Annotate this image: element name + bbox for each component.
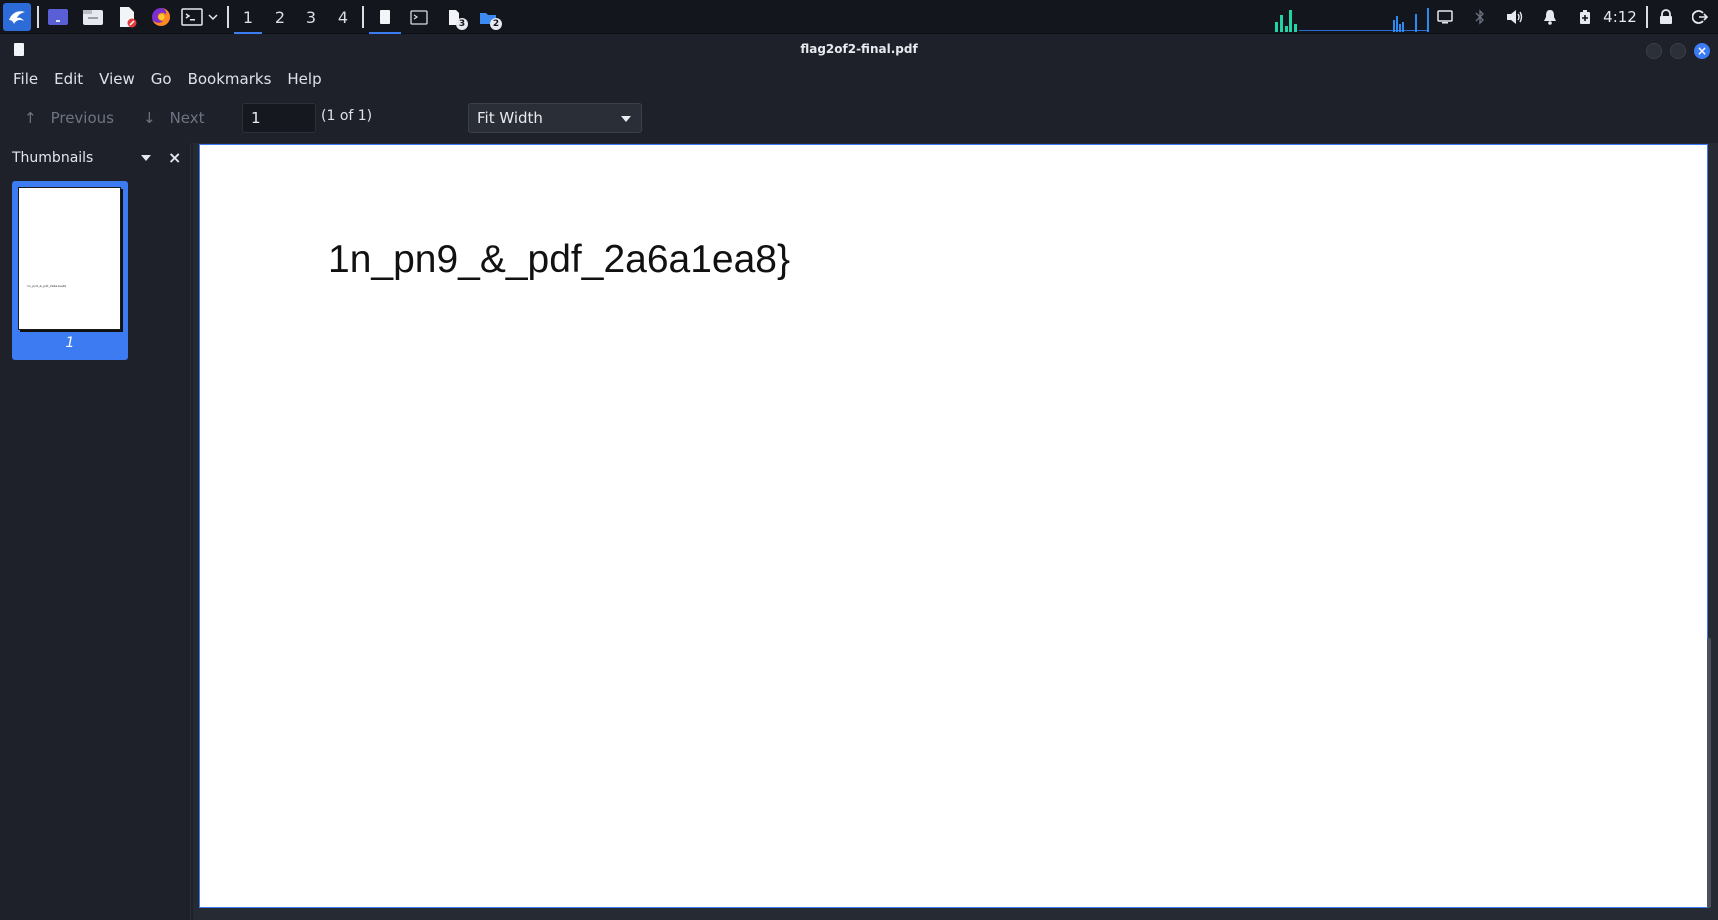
pdf-page: 1n_pn9_&_pdf_2a6a1ea8} (199, 144, 1708, 908)
arrow-down-icon: ↓ (143, 109, 156, 127)
document-view[interactable]: 1n_pn9_&_pdf_2a6a1ea8} (193, 143, 1718, 920)
text-editor-icon (120, 7, 137, 28)
workspace-3[interactable]: 3 (295, 0, 327, 34)
thumbnail-page-number: 1 (65, 335, 75, 351)
zoom-select[interactable]: Fit Width (468, 103, 642, 133)
panel-separator (362, 6, 364, 28)
sidebar-title: Thumbnails (12, 150, 94, 166)
task-count-badge: 2 (490, 18, 502, 30)
task-terminal[interactable] (403, 0, 435, 34)
menu-view[interactable]: View (91, 70, 143, 88)
battery-button[interactable] (1573, 0, 1597, 34)
page-thumbnail[interactable]: 1n_pn9_&_pdf_2a6a1ea8} 1 (12, 181, 128, 360)
document-icon (380, 10, 390, 24)
menu-edit[interactable]: Edit (46, 70, 91, 88)
top-panel: 1 2 3 4 3 2 4:12 (0, 0, 1718, 34)
task-pdf-viewer[interactable] (369, 0, 401, 34)
sidebar-mode-dropdown[interactable] (141, 155, 151, 161)
volume-icon (1507, 10, 1523, 24)
menu-bookmarks[interactable]: Bookmarks (180, 70, 280, 88)
logout-button[interactable] (1688, 0, 1712, 34)
lock-screen-button[interactable] (1654, 0, 1678, 34)
zoom-value: Fit Width (477, 109, 543, 127)
terminal-launcher[interactable] (180, 0, 204, 34)
file-manager-launcher[interactable] (80, 0, 106, 34)
workspace-1[interactable]: 1 (232, 0, 264, 34)
page-count-label: (1 of 1) (321, 108, 373, 124)
sidebar-header: Thumbnails × (0, 143, 191, 173)
maximize-button[interactable] (1670, 43, 1686, 59)
volume-button[interactable] (1503, 0, 1527, 34)
pdf-page-text: 1n_pn9_&_pdf_2a6a1ea8} (328, 238, 790, 281)
bell-icon (1544, 10, 1556, 25)
file-manager-icon (83, 10, 103, 25)
bluetooth-icon (1475, 9, 1484, 25)
network-graph-icon (1275, 8, 1429, 32)
notifications-button[interactable] (1538, 0, 1562, 34)
vertical-scrollbar[interactable] (1707, 638, 1711, 908)
bluetooth-button[interactable] (1468, 0, 1492, 34)
terminal-icon (181, 8, 203, 26)
panel-separator (227, 6, 229, 28)
firefox-icon (152, 8, 170, 26)
close-sidebar-button[interactable]: × (168, 148, 181, 167)
menu-go[interactable]: Go (143, 70, 180, 88)
close-window-button[interactable]: × (1694, 43, 1710, 59)
thumbnails-sidebar: Thumbnails × 1n_pn9_&_pdf_2a6a1ea8} 1 (0, 143, 191, 920)
display-button[interactable] (1433, 0, 1457, 34)
previous-page-button[interactable]: ↑ Previous (24, 107, 114, 129)
minimize-button[interactable] (1646, 43, 1662, 59)
chevron-down-icon (208, 14, 218, 21)
show-desktop-button[interactable] (45, 0, 71, 34)
panel-separator (1646, 6, 1648, 28)
text-editor-launcher[interactable] (114, 0, 140, 34)
battery-icon (1580, 10, 1590, 24)
arrow-up-icon: ↑ (24, 109, 37, 127)
workspace-4[interactable]: 4 (327, 0, 359, 34)
panel-separator (37, 6, 39, 28)
workspace-desktop-icon (48, 9, 68, 25)
thumbnail-page-text: 1n_pn9_&_pdf_2a6a1ea8} (27, 284, 67, 288)
previous-label: Previous (50, 109, 114, 127)
workspace-2[interactable]: 2 (264, 0, 296, 34)
window-title: flag2of2-final.pdf (800, 42, 918, 56)
logout-icon (1692, 10, 1708, 24)
menubar: File Edit View Go Bookmarks Help (0, 65, 1718, 93)
launcher-dropdown[interactable] (205, 0, 221, 34)
task-folders-group[interactable]: 2 (474, 0, 502, 34)
lock-icon (1660, 9, 1672, 24)
task-count-badge: 3 (456, 18, 468, 30)
firefox-launcher[interactable] (148, 0, 174, 34)
next-label: Next (169, 109, 205, 127)
terminal-window-icon (410, 9, 428, 25)
window-titlebar[interactable]: flag2of2-final.pdf × (0, 35, 1718, 65)
app-menu-button[interactable] (2, 0, 32, 34)
task-documents-group[interactable]: 3 (440, 0, 468, 34)
network-monitor[interactable] (1275, 0, 1430, 34)
menu-help[interactable]: Help (279, 70, 329, 88)
display-icon (1437, 10, 1453, 24)
close-icon: × (1696, 44, 1708, 58)
page-number-input[interactable] (242, 103, 316, 133)
thumbnail-page-preview: 1n_pn9_&_pdf_2a6a1ea8} (18, 187, 121, 330)
menu-file[interactable]: File (5, 70, 46, 88)
next-page-button[interactable]: ↓ Next (143, 107, 205, 129)
kali-dragon-icon (3, 3, 31, 31)
clock[interactable]: 4:12 (1600, 0, 1640, 34)
dropdown-caret-icon (621, 116, 631, 122)
